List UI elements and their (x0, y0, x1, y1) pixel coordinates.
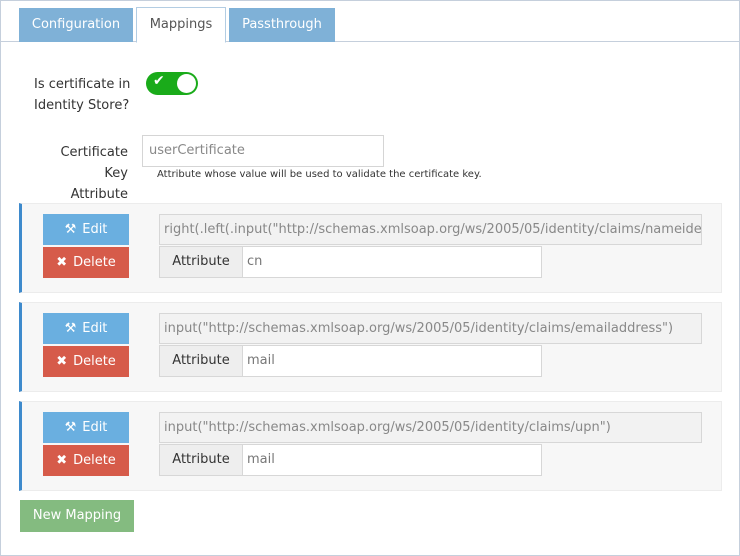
delete-label: Delete (73, 453, 116, 468)
check-icon: ✔ (153, 73, 165, 89)
tab-bar: Configuration Mappings Passthrough (1, 1, 739, 43)
mapping-row: ⚒ Edit ✖ Delete input("http://schemas.xmls… (19, 302, 722, 392)
x-icon: ✖ (56, 453, 68, 468)
magic-wand-icon: ⚒ (64, 321, 77, 336)
expression-field[interactable]: input("http://schemas.xmlsoap.org/ws/200… (159, 412, 702, 443)
identity-store-label-line2: Identity Store? (34, 98, 130, 113)
delete-button[interactable]: ✖ Delete (43, 247, 129, 278)
attribute-input[interactable]: mail (243, 346, 541, 376)
tab-mappings[interactable]: Mappings (136, 7, 226, 43)
edit-label: Edit (82, 321, 108, 336)
mappings-panel: Configuration Mappings Passthrough Is ce… (0, 0, 740, 556)
delete-button[interactable]: ✖ Delete (43, 346, 129, 377)
magic-wand-icon: ⚒ (64, 222, 77, 237)
identity-store-label: Is certificate in Identity Store? (34, 74, 130, 116)
attribute-input-group: Attribute mail (159, 444, 542, 476)
mapping-row: ⚒ Edit ✖ Delete right(.left(.input("http:/… (19, 203, 722, 293)
edit-button[interactable]: ⚒ Edit (43, 214, 129, 245)
delete-label: Delete (73, 255, 116, 270)
attribute-input-group: Attribute mail (159, 345, 542, 377)
x-icon: ✖ (56, 354, 68, 369)
cert-key-label-line2: Attribute (70, 187, 128, 202)
attribute-input[interactable]: cn (243, 247, 541, 277)
mapping-row: ⚒ Edit ✖ Delete input("http://schemas.xmls… (19, 401, 722, 491)
edit-label: Edit (82, 222, 108, 237)
expression-field[interactable]: input("http://schemas.xmlsoap.org/ws/200… (159, 313, 702, 344)
expression-field[interactable]: right(.left(.input("http://schemas.xmlso… (159, 214, 702, 245)
cert-key-help-text: Attribute whose value will be used to va… (157, 169, 482, 180)
toggle-knob (177, 74, 196, 93)
attribute-label: Attribute (160, 346, 243, 376)
cert-key-input[interactable]: userCertificate (142, 135, 384, 167)
attribute-input[interactable]: mail (243, 445, 541, 475)
identity-store-toggle[interactable]: ✔ (146, 72, 198, 95)
edit-button[interactable]: ⚒ Edit (43, 412, 129, 443)
delete-label: Delete (73, 354, 116, 369)
new-mapping-button[interactable]: New Mapping (20, 500, 134, 532)
magic-wand-icon: ⚒ (64, 420, 77, 435)
attribute-input-group: Attribute cn (159, 246, 542, 278)
edit-label: Edit (82, 420, 108, 435)
cert-key-label: Certificate Key Attribute (33, 142, 128, 205)
tab-configuration[interactable]: Configuration (19, 8, 133, 42)
attribute-label: Attribute (160, 247, 243, 277)
delete-button[interactable]: ✖ Delete (43, 445, 129, 476)
identity-store-label-line1: Is certificate in (34, 77, 131, 92)
attribute-label: Attribute (160, 445, 243, 475)
x-icon: ✖ (56, 255, 68, 270)
cert-key-label-line1: Certificate Key (60, 145, 128, 181)
tab-passthrough[interactable]: Passthrough (229, 8, 335, 42)
edit-button[interactable]: ⚒ Edit (43, 313, 129, 344)
